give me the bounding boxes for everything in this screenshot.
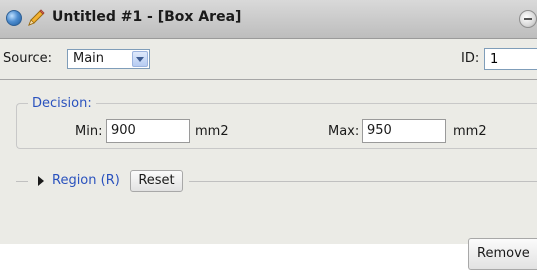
region-label[interactable]: Region (R)	[52, 173, 120, 188]
pencil-icon[interactable]	[26, 8, 46, 28]
id-input[interactable]	[484, 48, 537, 70]
source-select-value: Main	[73, 51, 105, 66]
region-divider-right	[189, 181, 537, 182]
chevron-down-icon[interactable]	[132, 51, 148, 67]
id-label: ID:	[461, 51, 480, 66]
max-input[interactable]: 950	[362, 119, 446, 143]
window-title: Untitled #1 - [Box Area]	[52, 9, 242, 25]
remove-button[interactable]: Remove	[468, 238, 537, 270]
box-area-panel: Untitled #1 - [Box Area] Source: Main ID…	[0, 0, 537, 270]
title-bar: Untitled #1 - [Box Area]	[0, 0, 537, 39]
source-select[interactable]: Main	[67, 49, 150, 69]
blue-orb-icon[interactable]	[6, 10, 22, 26]
region-divider-left	[16, 181, 28, 182]
min-unit-label: mm2	[195, 124, 229, 139]
triangle-right-icon[interactable]	[38, 176, 44, 186]
max-unit-label: mm2	[453, 124, 487, 139]
min-input[interactable]: 900	[106, 119, 190, 143]
minus-circle-icon[interactable]	[519, 10, 537, 28]
source-row: Source: Main ID:	[0, 39, 537, 80]
max-label: Max:	[328, 124, 360, 139]
min-label: Min:	[75, 124, 103, 139]
source-label: Source:	[3, 51, 53, 66]
reset-button[interactable]: Reset	[130, 170, 183, 192]
decision-legend: Decision:	[28, 96, 96, 111]
